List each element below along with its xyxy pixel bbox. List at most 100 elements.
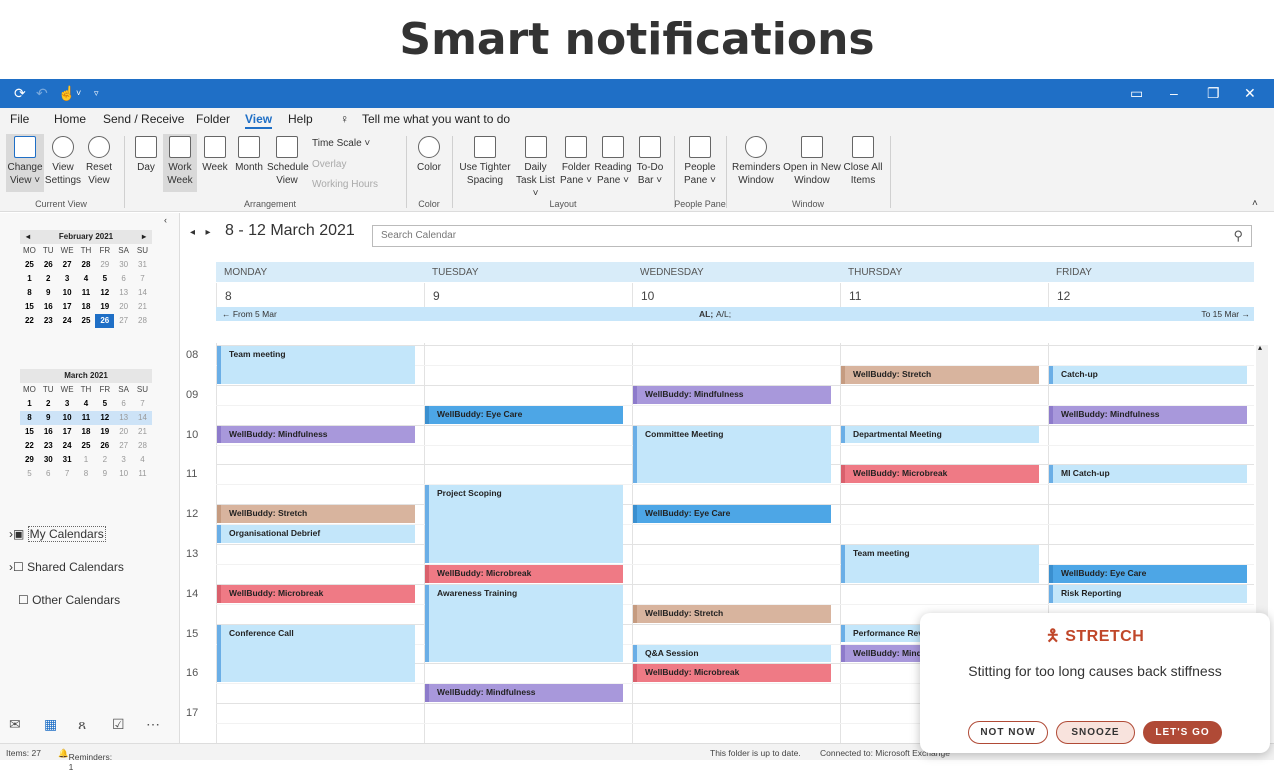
calendar-event[interactable]: Team meeting <box>217 346 415 384</box>
mini-cal-day[interactable]: 3 <box>58 272 77 286</box>
week-button[interactable]: Week <box>200 136 230 174</box>
mini-cal-day[interactable]: 6 <box>114 397 133 411</box>
mini-cal-day[interactable]: 5 <box>20 467 39 481</box>
month-button[interactable]: Month <box>232 136 266 174</box>
mini-cal-day[interactable]: 22 <box>20 314 39 328</box>
collapse-ribbon-icon[interactable]: ˄ <box>1252 198 1258 209</box>
mini-cal-day[interactable]: 8 <box>77 467 96 481</box>
calendar-event[interactable]: Committee Meeting <box>633 425 831 484</box>
calendar-event[interactable]: WellBuddy: Microbreak <box>425 564 623 583</box>
calendar-event[interactable]: Project Scoping <box>425 485 623 563</box>
mini-cal-day[interactable]: 19 <box>95 425 114 439</box>
search-icon[interactable]: ⚲ <box>1233 228 1243 244</box>
schedule-view-button[interactable]: Schedule View <box>267 136 309 187</box>
day-number[interactable]: 10 <box>632 283 840 307</box>
mini-cal-day[interactable]: 28 <box>133 439 152 453</box>
mini-cal-day[interactable]: 1 <box>20 272 39 286</box>
calendar-event[interactable]: WellBuddy: Eye Care <box>633 505 831 524</box>
day-number[interactable]: 12 <box>1048 283 1256 307</box>
ribbon-display-icon[interactable]: ▭ <box>1130 85 1143 102</box>
mini-cal-day[interactable]: 29 <box>20 453 39 467</box>
calendar-event[interactable]: WellBuddy: Microbreak <box>841 465 1039 484</box>
calendar-event[interactable]: WellBuddy: Eye Care <box>425 405 623 424</box>
reminders-window-button[interactable]: Reminders Window <box>732 136 780 187</box>
calendar-event[interactable]: WellBuddy: Microbreak <box>633 664 831 683</box>
working-hours-button[interactable]: Working Hours <box>312 179 378 190</box>
mini-cal-day[interactable]: 3 <box>114 453 133 467</box>
other-calendars-group[interactable]: ☐ Other Calendars <box>18 593 120 607</box>
mini-cal-day[interactable]: 2 <box>95 453 114 467</box>
day-header[interactable]: FRIDAY <box>1048 262 1254 282</box>
mini-cal-day[interactable]: 2 <box>39 272 58 286</box>
daily-task-list-button[interactable]: Daily Task List ˅ <box>513 136 558 200</box>
mini-cal-day[interactable]: 30 <box>39 453 58 467</box>
calendar-event[interactable]: Awareness Training <box>425 584 623 663</box>
overlay-button[interactable]: Overlay <box>312 159 346 170</box>
view-settings-button[interactable]: View Settings <box>44 136 82 187</box>
time-scale-button[interactable]: Time Scale ˅ <box>312 138 370 149</box>
mini-cal-day[interactable]: 26 <box>95 314 115 328</box>
people-icon[interactable]: ጸ <box>78 716 86 733</box>
menu-file[interactable]: File <box>10 112 29 126</box>
mini-cal-day[interactable]: 26 <box>95 439 114 453</box>
mini-cal-day[interactable]: 11 <box>77 411 96 425</box>
calendar-event[interactable]: WellBuddy: Mindfulness <box>217 425 415 444</box>
mini-cal-day[interactable]: 11 <box>133 467 152 481</box>
menu-folder[interactable]: Folder <box>196 112 230 126</box>
day-header[interactable]: MONDAY <box>216 262 424 282</box>
calendar-event[interactable]: WellBuddy: Stretch <box>217 505 415 524</box>
mini-cal-day[interactable]: 31 <box>133 258 152 272</box>
mini-cal-day[interactable]: 6 <box>39 467 58 481</box>
day-header[interactable]: WEDNESDAY <box>632 262 840 282</box>
calendar-event[interactable]: Team meeting <box>841 545 1039 583</box>
mini-cal-day[interactable]: 11 <box>77 286 96 300</box>
mini-cal-day[interactable]: 31 <box>58 453 77 467</box>
mini-cal-day[interactable]: 27 <box>114 314 133 328</box>
mini-cal-day[interactable]: 3 <box>58 397 77 411</box>
mini-cal-day[interactable]: 25 <box>77 314 96 328</box>
menu-help[interactable]: Help <box>288 112 313 126</box>
calendar-event[interactable]: Q&A Session <box>633 644 831 663</box>
mini-cal-day[interactable]: 1 <box>20 397 39 411</box>
mini-cal-day[interactable]: 10 <box>114 467 133 481</box>
mini-cal-day[interactable]: 23 <box>39 314 58 328</box>
day-number[interactable]: 8 <box>216 283 424 307</box>
calendar-event[interactable]: WellBuddy: Microbreak <box>217 584 415 603</box>
close-all-items-button[interactable]: Close All Items <box>842 136 884 187</box>
mini-cal-day[interactable]: 6 <box>114 272 133 286</box>
dropdown-icon[interactable]: ˅ <box>76 88 81 98</box>
tighter-spacing-button[interactable]: Use Tighter Spacing <box>458 136 512 187</box>
work-week-button[interactable]: Work Week <box>163 134 197 192</box>
calendar-event[interactable]: WellBuddy: Mindfulness <box>1049 405 1247 424</box>
mini-cal-day[interactable]: 7 <box>133 272 152 286</box>
mini-cal-day[interactable]: 9 <box>39 411 58 425</box>
mini-cal-day[interactable]: 28 <box>77 258 96 272</box>
mini-cal-day[interactable]: 29 <box>95 258 114 272</box>
mini-cal-day[interactable]: 2 <box>39 397 58 411</box>
mini-cal-day[interactable]: 18 <box>77 300 96 314</box>
calendar-event[interactable]: WellBuddy: Mindfulness <box>425 684 623 703</box>
my-calendars-group[interactable]: ›▣ My Calendars <box>9 526 106 542</box>
mini-cal-day[interactable]: 1 <box>77 453 96 467</box>
mini-cal-day[interactable]: 14 <box>133 411 152 425</box>
mini-cal-day[interactable]: 10 <box>58 286 77 300</box>
mini-cal-day[interactable]: 24 <box>58 439 77 453</box>
mini-cal-day[interactable]: 30 <box>114 258 133 272</box>
calendar-event[interactable]: Risk Reporting <box>1049 584 1247 603</box>
tasks-icon[interactable]: ☑ <box>112 716 125 733</box>
undo-icon[interactable]: ↶ <box>36 85 48 102</box>
mini-cal-day[interactable]: 8 <box>20 286 39 300</box>
mini-cal-day[interactable]: 24 <box>58 314 77 328</box>
sync-icon[interactable]: ⟳ <box>14 85 26 102</box>
mini-cal-day[interactable]: 17 <box>58 300 77 314</box>
scroll-up-icon[interactable]: ▴ <box>1258 343 1262 352</box>
lets-go-button[interactable]: LET'S GO <box>1143 721 1222 744</box>
mini-cal-day[interactable]: 17 <box>58 425 77 439</box>
mini-cal-day[interactable]: 5 <box>95 397 114 411</box>
reminders-status[interactable]: 🔔 Reminders: 1 <box>58 748 112 772</box>
calendar-icon[interactable]: ▦ <box>44 716 57 733</box>
menu-home[interactable]: Home <box>54 112 86 126</box>
next-month-icon[interactable]: ▸ <box>142 230 152 244</box>
not-now-button[interactable]: NOT NOW <box>968 721 1048 744</box>
mini-cal-day[interactable]: 12 <box>95 411 114 425</box>
